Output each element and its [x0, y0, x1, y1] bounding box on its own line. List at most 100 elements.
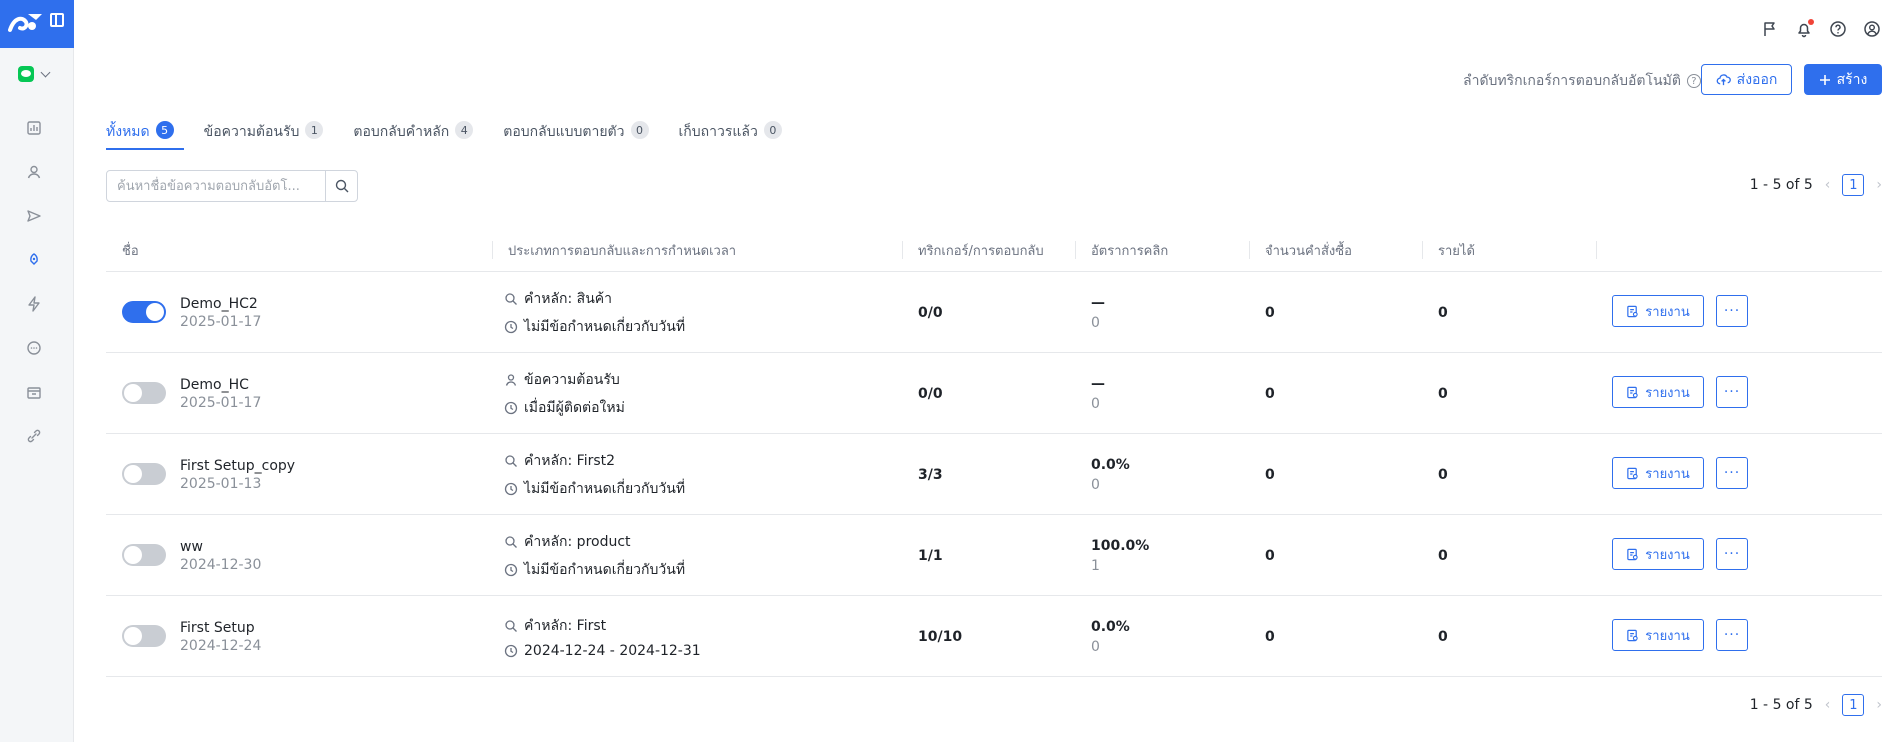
- sidebar-collapse-icon[interactable]: [50, 13, 64, 27]
- help-icon[interactable]: [1829, 20, 1847, 38]
- prev-page-icon[interactable]: ‹: [1825, 697, 1831, 713]
- tab-count-badge: 5: [155, 121, 174, 139]
- click-rate: 0.0%: [1091, 618, 1130, 635]
- click-rate: 100.0%: [1091, 537, 1150, 554]
- page-button[interactable]: 1: [1842, 174, 1865, 196]
- tab-all[interactable]: ทั้งหมด 5: [106, 118, 184, 150]
- rule-name[interactable]: ww: [180, 539, 261, 555]
- user-icon: [505, 373, 517, 386]
- tab-label: ตอบกลับแบบตายตัว: [503, 124, 625, 140]
- report-button[interactable]: รายงาน: [1612, 619, 1704, 651]
- report-label: รายงาน: [1645, 466, 1690, 482]
- nav-analytics-icon[interactable]: [24, 118, 44, 138]
- prev-page-icon[interactable]: ‹: [1825, 177, 1831, 193]
- nav-automation-icon[interactable]: [24, 294, 44, 314]
- search-icon: [505, 535, 517, 548]
- tab-count-badge: 0: [630, 121, 649, 139]
- table-row: First Setup 2024-12-24 คำหลัก: First 2024…: [106, 596, 1882, 677]
- more-actions-button[interactable]: ···: [1716, 619, 1748, 651]
- rule-date: 2024-12-24: [180, 637, 262, 654]
- rule-date: 2025-01-17: [180, 394, 262, 411]
- channel-selector[interactable]: [18, 66, 51, 82]
- revenue: 0: [1438, 466, 1448, 483]
- report-button[interactable]: รายงาน: [1612, 376, 1704, 408]
- rule-name[interactable]: First Setup: [180, 620, 261, 636]
- trigger-order-link[interactable]: ลำดับทริกเกอร์การตอบกลับอัตโนมัติ ?: [1463, 70, 1701, 92]
- question-icon: ?: [1686, 74, 1701, 88]
- logo-icon: [8, 14, 42, 32]
- click-count: 0: [1091, 395, 1100, 412]
- clock-icon: [504, 320, 518, 333]
- reply-type: คำหลัก: สินค้า: [524, 290, 613, 307]
- report-button[interactable]: รายงาน: [1612, 457, 1704, 489]
- order-count: 0: [1265, 547, 1275, 564]
- report-button[interactable]: รายงาน: [1612, 295, 1704, 327]
- tab-welcome[interactable]: ข้อความต้อนรับ 1: [204, 118, 324, 150]
- nav-store-icon[interactable]: [24, 382, 44, 402]
- nav-integrations-icon[interactable]: [24, 426, 44, 446]
- rule-name[interactable]: First Setup_copy: [180, 458, 295, 474]
- tab-keyword[interactable]: ตอบกลับคำหลัก 4: [353, 118, 474, 150]
- trigger-count: 10/10: [918, 628, 963, 645]
- column-header-revenue: รายได้: [1422, 228, 1475, 272]
- pagination-summary: 1 - 5 of 5: [1749, 697, 1813, 713]
- next-page-icon[interactable]: ›: [1876, 177, 1882, 193]
- revenue: 0: [1438, 628, 1448, 645]
- rule-date: 2024-12-30: [180, 556, 262, 573]
- status-toggle[interactable]: [122, 463, 166, 485]
- search-input[interactable]: [107, 171, 325, 201]
- revenue: 0: [1438, 385, 1448, 402]
- more-actions-button[interactable]: ···: [1716, 457, 1748, 489]
- table-row: Demo_HC2 2025-01-17 คำหลัก: สินค้า ไม่มีข…: [106, 272, 1882, 353]
- click-count: 1: [1091, 557, 1100, 574]
- pagination-top: 1 - 5 of 5 ‹ 1 ›: [1750, 174, 1882, 196]
- rule-date: 2025-01-17: [180, 313, 262, 330]
- report-button[interactable]: รายงาน: [1612, 538, 1704, 570]
- clock-icon: [504, 644, 518, 657]
- flag-icon[interactable]: [1761, 20, 1779, 38]
- status-toggle[interactable]: [122, 625, 166, 647]
- reply-type: คำหลัก: product: [524, 533, 631, 550]
- rule-name[interactable]: Demo_HC: [180, 377, 261, 393]
- notification-bell[interactable]: [1795, 19, 1814, 38]
- tab-archived[interactable]: เก็บถาวรแล้ว 0: [679, 118, 782, 150]
- chevron-down-icon: [40, 67, 51, 77]
- nav-chat-icon[interactable]: [24, 338, 44, 358]
- click-rate: —: [1091, 375, 1105, 392]
- tab-label: ข้อความต้อนรับ: [203, 124, 300, 140]
- brand-header: [0, 0, 74, 48]
- reply-type: คำหลัก: First2: [524, 452, 616, 469]
- schedule: 2024-12-24 - 2024-12-31: [524, 642, 701, 659]
- order-count: 0: [1265, 385, 1275, 402]
- rule-name[interactable]: Demo_HC2: [180, 296, 261, 312]
- nav-contacts-icon[interactable]: [24, 162, 44, 182]
- click-count: 0: [1091, 476, 1100, 493]
- report-icon: [1627, 386, 1638, 398]
- search-icon: [335, 179, 348, 193]
- status-toggle[interactable]: [122, 544, 166, 566]
- page-button[interactable]: 1: [1842, 694, 1865, 716]
- tab-label: เก็บถาวรแล้ว: [678, 124, 758, 140]
- report-icon: [1627, 467, 1638, 479]
- account-icon[interactable]: [1863, 20, 1881, 38]
- export-label: ส่งออก: [1736, 71, 1778, 88]
- search-button[interactable]: [325, 171, 357, 201]
- more-actions-button[interactable]: ···: [1716, 538, 1748, 570]
- report-icon: [1627, 305, 1638, 317]
- report-label: รายงาน: [1645, 628, 1690, 644]
- status-toggle[interactable]: [122, 382, 166, 404]
- status-toggle[interactable]: [122, 301, 166, 323]
- revenue: 0: [1438, 304, 1448, 321]
- order-count: 0: [1265, 304, 1275, 321]
- next-page-icon[interactable]: ›: [1876, 697, 1882, 713]
- create-button[interactable]: สร้าง: [1804, 64, 1882, 95]
- more-actions-button[interactable]: ···: [1716, 295, 1748, 327]
- tab-fixed[interactable]: ตอบกลับแบบตายตัว 0: [503, 118, 649, 150]
- clock-icon: [504, 563, 518, 576]
- nav-broadcast-icon[interactable]: [24, 206, 44, 226]
- more-actions-button[interactable]: ···: [1716, 376, 1748, 408]
- column-header-orders: จำนวนคำสั่งซื้อ: [1249, 228, 1352, 272]
- export-button[interactable]: ส่งออก: [1701, 64, 1792, 95]
- nav-auto-reply-icon[interactable]: [24, 250, 44, 270]
- tab-label: ทั้งหมด: [106, 124, 150, 140]
